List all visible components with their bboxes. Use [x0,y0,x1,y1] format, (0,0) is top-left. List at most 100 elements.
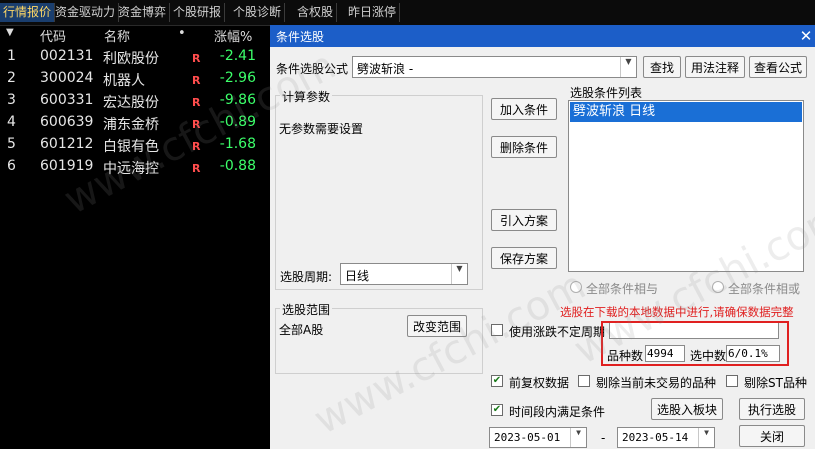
tab-diagnosis[interactable]: 个股诊断 [230,3,286,22]
selected-label: 选中数 [690,349,727,363]
dialog-title-bar[interactable]: 条件选股 ✕ [270,25,815,47]
stock-change: -2.41 [219,48,256,64]
tab-rights-stocks[interactable]: 含权股 [294,3,338,22]
params-text: 无参数需要设置 [279,122,364,136]
exclude-notrade-label: 剔除当前未交易的品种 [596,376,717,390]
data-warning: 选股在下载的本地数据中进行,请确保数据完整 [560,305,794,319]
stock-name: 白银有色 [103,139,159,155]
header-change[interactable]: 涨幅% [214,26,252,45]
date-to-value: 2023-05-14 [622,431,689,444]
stock-name: 中远海控 [103,161,159,177]
stock-name: 利欧股份 [103,51,159,67]
table-row[interactable]: 6 601919 中远海控 R -0.88 [0,157,270,179]
close-icon[interactable]: ✕ [797,26,815,46]
date-from-value: 2023-05-01 [494,431,561,444]
stock-change: -9.86 [219,92,256,108]
date-separator: - [601,431,606,445]
add-condition-button[interactable]: 加入条件 [491,98,557,120]
range-title: 选股范围 [280,301,333,318]
table-row[interactable]: 2 300024 机器人 R -2.96 [0,69,270,91]
radio-or-label: 全部条件相或 [728,282,801,296]
tab-research[interactable]: 个股研报 [170,3,226,22]
top-tab-bar: 行情报价 资金驱动力 资金博弈 个股研报 个股诊断 含权股 昨日涨停 [0,0,815,26]
execute-screen-button[interactable]: 执行选股 [739,398,805,420]
stock-change: -0.88 [219,158,256,174]
stock-name: 宏达股份 [103,95,159,111]
adjust-label: 前复权数据 [509,376,570,390]
tab-capital-game[interactable]: 资金博弈 [115,3,171,22]
exclude-st-checkbox[interactable] [726,375,738,387]
exclude-notrade-checkbox[interactable] [578,375,590,387]
table-row[interactable]: 5 601212 白银有色 R -1.68 [0,135,270,157]
view-formula-button[interactable]: 查看公式 [749,56,807,78]
tab-capital-drive[interactable]: 资金驱动力 [52,3,120,22]
row-number: 6 [7,158,16,174]
tab-limit-up-yesterday[interactable]: 昨日涨停 [345,3,401,22]
row-number: 2 [7,70,16,86]
stock-code: 600331 [40,92,94,108]
list-item[interactable]: 劈波斩浪 日线 [570,102,802,122]
import-plan-button[interactable]: 引入方案 [491,209,557,231]
to-block-button[interactable]: 选股入板块 [651,398,723,420]
stock-name: 机器人 [103,73,145,89]
stock-code: 300024 [40,70,94,86]
table-row[interactable]: 3 600331 宏达股份 R -9.86 [0,91,270,113]
radio-and[interactable] [570,281,582,293]
irregular-period-checkbox[interactable] [491,324,503,336]
period-value: 日线 [345,269,370,283]
chevron-down-icon[interactable]: ▼ [620,57,636,77]
stock-change: -2.96 [219,70,256,86]
timerange-label: 时间段内满足条件 [509,405,606,419]
stock-change: -0.89 [219,114,256,130]
stock-list-header: ▼ 代码 名称 • 涨幅% [0,25,270,45]
stock-code: 600639 [40,114,94,130]
usage-notes-button[interactable]: 用法注释 [685,56,745,78]
selected-field: 6/0.1% [726,345,780,362]
row-number: 4 [7,114,16,130]
period-label: 选股周期: [280,270,333,284]
change-range-button[interactable]: 改变范围 [407,315,467,337]
period-select[interactable]: 日线 ▼ [340,263,468,285]
range-value: 全部A股 [279,323,324,337]
sort-arrow-icon[interactable]: ▼ [6,27,14,38]
tab-quotes[interactable]: 行情报价 [0,3,56,22]
chevron-down-icon[interactable]: ▼ [698,428,714,447]
stock-code: 002131 [40,48,94,64]
row-number: 3 [7,92,16,108]
irregular-period-label: 使用涨跌不定周期 [509,325,606,339]
stock-code: 601919 [40,158,94,174]
dialog-title: 条件选股 [276,30,325,44]
stock-name: 浦东金桥 [103,117,159,133]
save-plan-button[interactable]: 保存方案 [491,247,557,269]
close-button[interactable]: 关闭 [739,425,805,447]
header-name[interactable]: 名称 [104,26,130,45]
delete-condition-button[interactable]: 删除条件 [491,136,557,158]
date-from-picker[interactable]: 2023-05-01 ▼ [489,427,587,448]
stock-code: 601212 [40,136,94,152]
find-button[interactable]: 查找 [643,56,681,78]
adjust-checkbox[interactable]: ✔ [491,375,503,387]
header-dot: • [178,26,186,41]
params-title: 计算参数 [280,88,333,105]
condition-screener-dialog: 条件选股 ✕ 条件选股公式 劈波斩浪 - ▼ 查找 用法注释 查看公式 计算参数… [270,25,815,449]
conditions-list[interactable]: 劈波斩浪 日线 [568,100,804,272]
row-number: 5 [7,136,16,152]
formula-label: 条件选股公式 [276,62,349,76]
date-to-picker[interactable]: 2023-05-14 ▼ [617,427,715,448]
chevron-down-icon[interactable]: ▼ [451,264,467,284]
radio-or[interactable] [712,281,724,293]
count-label: 品种数 [607,349,644,363]
count-field: 4994 [645,345,685,362]
row-number: 1 [7,48,16,64]
formula-value: 劈波斩浪 - [357,62,414,76]
conditions-title: 选股条件列表 [570,86,643,100]
exclude-st-label: 剔除ST品种 [744,376,807,390]
chevron-down-icon[interactable]: ▼ [570,428,586,447]
timerange-checkbox[interactable]: ✔ [491,404,503,416]
table-row[interactable]: 4 600639 浦东金桥 R -0.89 [0,113,270,135]
header-code[interactable]: 代码 [40,26,66,45]
formula-select[interactable]: 劈波斩浪 - ▼ [352,56,637,78]
table-row[interactable]: 1 002131 利欧股份 R -2.41 [0,47,270,69]
radio-and-label: 全部条件相与 [586,282,659,296]
stock-change: -1.68 [219,136,256,152]
